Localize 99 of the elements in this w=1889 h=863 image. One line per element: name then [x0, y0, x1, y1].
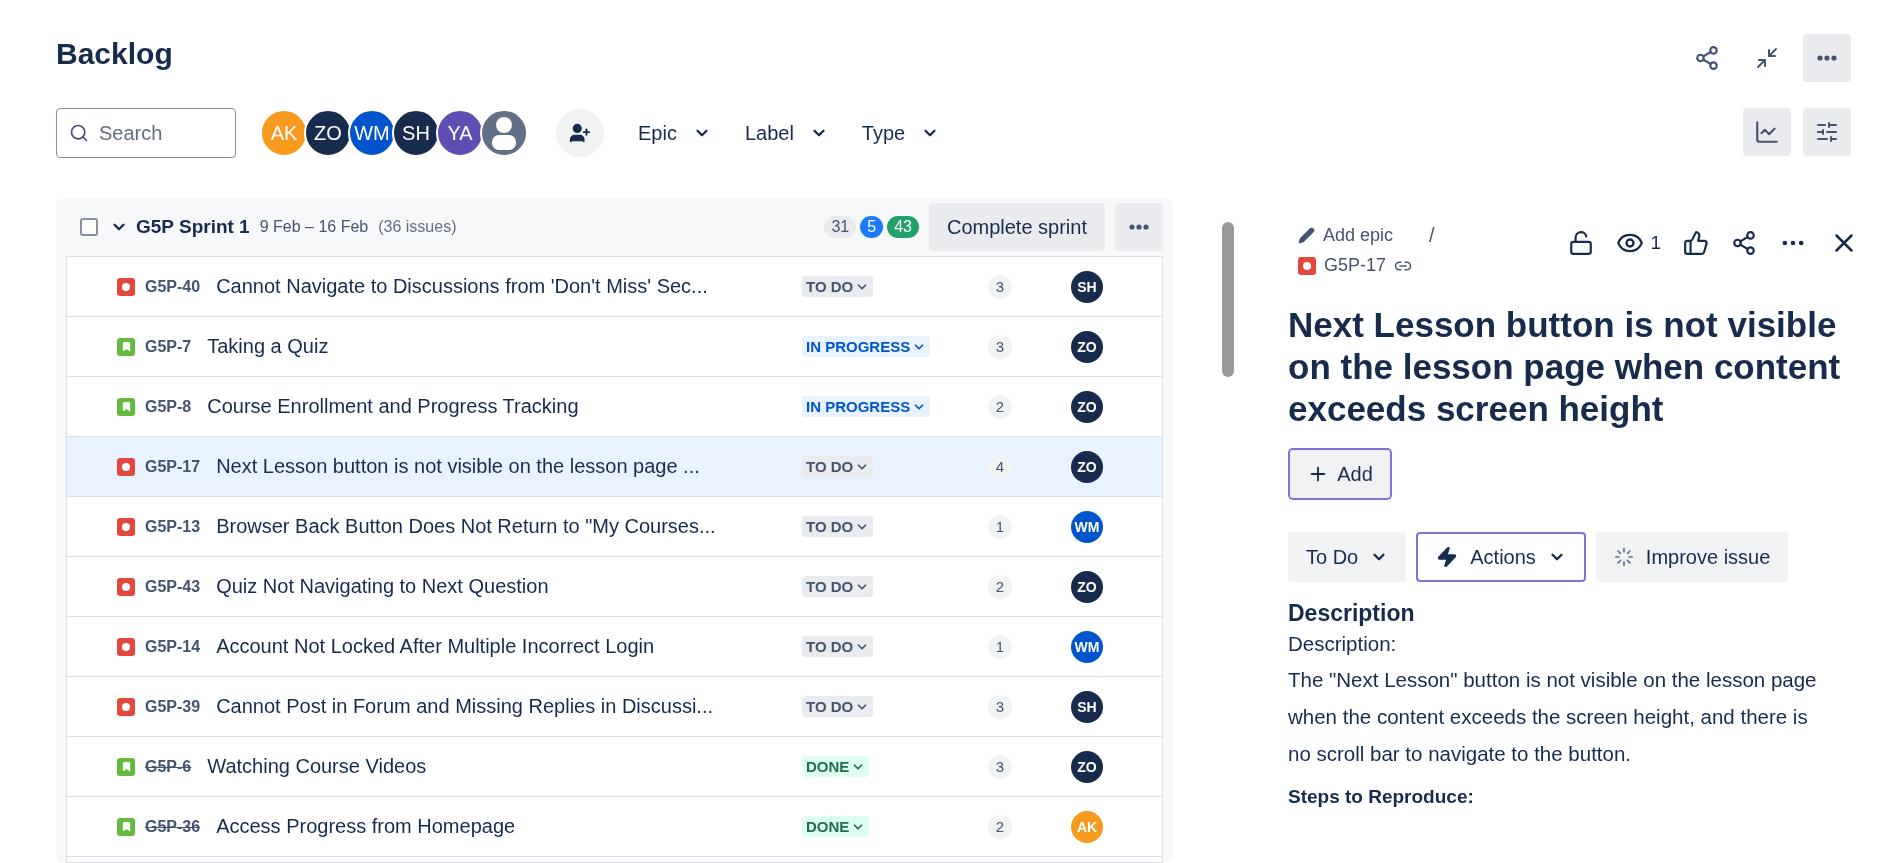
issue-summary: Watching Course Videos — [207, 755, 428, 778]
collapse-icon — [1755, 46, 1779, 70]
assignee-avatar[interactable]: SH — [1071, 270, 1103, 303]
status-dropdown[interactable]: TO DO — [802, 576, 874, 597]
user-avatar[interactable]: YA — [436, 109, 484, 157]
status-dropdown[interactable]: DONE — [802, 756, 870, 777]
description-text: Description: — [1288, 631, 1398, 657]
issue-summary: Cannot Post in Forum and Missing Replies in Discussi... — [216, 695, 714, 718]
status-dropdown[interactable]: TO DO — [802, 516, 874, 537]
assignee-avatar[interactable]: WM — [1071, 510, 1103, 543]
filter-dropdown[interactable]: Epic — [638, 113, 711, 153]
page-title: Backlog — [56, 36, 174, 72]
more-icon — [1129, 224, 1149, 230]
more-button[interactable] — [1803, 34, 1851, 82]
assignee-avatar[interactable]: SH — [1071, 690, 1103, 723]
search-icon — [69, 123, 89, 143]
scrollbar[interactable] — [1221, 222, 1234, 377]
status-dropdown[interactable]: TO DO — [802, 696, 874, 717]
estimate-badge: 3 — [988, 694, 1012, 719]
estimate-badge: 4 — [988, 454, 1012, 479]
points-badge: 31 — [824, 216, 857, 238]
lightning-icon — [1436, 546, 1459, 568]
estimate-badge: 1 — [988, 634, 1012, 659]
estimate-badge: 1 — [988, 514, 1012, 539]
add-person-icon — [569, 122, 591, 144]
estimate-badge: 3 — [988, 334, 1012, 359]
assignee-avatar[interactable]: WM — [1071, 630, 1103, 663]
sprint-checkbox[interactable] — [80, 218, 98, 236]
estimate-badge: 2 — [988, 394, 1012, 419]
issue-key[interactable]: G5P-13 — [145, 517, 201, 536]
user-avatar[interactable]: SH — [392, 109, 440, 157]
filter-dropdown[interactable]: Type — [861, 113, 940, 153]
issue-summary: Browser Back Button Does Not Return to "My Courses... — [216, 515, 717, 538]
user-avatar[interactable]: WM — [348, 109, 396, 157]
filter-dropdown[interactable]: Label — [744, 113, 828, 153]
watch-button[interactable]: 1 — [1616, 229, 1661, 257]
status-dropdown[interactable]: TO DO — [802, 636, 874, 657]
add-epic-link[interactable]: Add epic — [1323, 225, 1394, 246]
section-heading: Description — [1288, 600, 1416, 627]
chart-icon — [1754, 119, 1780, 145]
issue-key[interactable]: G5P-43 — [145, 577, 201, 596]
issue-summary: Cannot Navigate to Discussions from 'Don't Miss' Sec... — [216, 275, 709, 298]
points-badge: 43 — [887, 216, 919, 238]
assignee-avatar[interactable]: ZO — [1071, 330, 1103, 363]
issue-key[interactable]: G5P-14 — [145, 637, 201, 656]
actions-button[interactable]: Actions — [1416, 532, 1586, 582]
estimate-badge: 3 — [988, 274, 1012, 299]
pencil-icon — [1298, 227, 1315, 244]
estimate-badge: 2 — [988, 574, 1012, 599]
search-field[interactable]: Search — [56, 108, 236, 158]
sprint-name: G5P Sprint 1 — [136, 216, 250, 238]
estimate-badge: 2 — [988, 814, 1012, 839]
more-icon — [1817, 55, 1837, 61]
sprint-dates: 9 Feb – 16 Feb — [259, 218, 369, 236]
issue-key[interactable]: G5P-36 — [145, 817, 201, 836]
assignee-avatar[interactable]: ZO — [1071, 450, 1103, 483]
share-icon — [1694, 45, 1720, 71]
issue-key[interactable]: G5P-17 — [145, 457, 201, 476]
issue-key[interactable]: G5P-7 — [145, 337, 192, 356]
issue-key[interactable]: G5P-40 — [145, 277, 201, 296]
add-person-button[interactable] — [556, 109, 604, 157]
assignee-avatar[interactable]: ZO — [1071, 570, 1103, 603]
assignee-avatar[interactable]: ZO — [1071, 390, 1103, 423]
issue-summary: Account Not Locked After Multiple Incorrect Login — [216, 635, 656, 658]
status-dropdown[interactable]: TO DO — [802, 276, 874, 297]
estimate-badge: 3 — [988, 754, 1012, 779]
improve-issue-button[interactable]: Improve issue — [1595, 532, 1789, 582]
points-badge: 5 — [860, 216, 884, 238]
user-avatar[interactable]: ZO — [304, 109, 352, 157]
status-button[interactable]: To Do — [1288, 532, 1407, 582]
issue-summary: Quiz Not Navigating to Next Question — [216, 575, 550, 598]
issue-key[interactable]: G5P-8 — [145, 397, 192, 416]
status-dropdown[interactable]: IN PROGRESS — [802, 396, 931, 417]
description-text: The "Next Lesson" button is not visible on the lesson page when the content exceeds the screen height, and there is no scroll bar to navigate to the button. — [1288, 667, 1818, 767]
settings-button[interactable] — [1803, 108, 1851, 156]
steps-heading: Steps to Reproduce: — [1288, 786, 1475, 808]
issue-title: Next Lesson button is not visible on the lesson page when content exceeds screen height — [1288, 304, 1842, 430]
chart-button[interactable] — [1743, 108, 1791, 156]
issue-row[interactable]: G5P-17 Next Lesson button is not visible on the lesson page ... TO DO 4 ZO — [67, 437, 1162, 497]
issue-summary: Taking a Quiz — [207, 335, 330, 358]
breadcrumb-separator: / — [1429, 224, 1435, 247]
assignee-avatar[interactable]: ZO — [1071, 750, 1103, 783]
unlock-icon[interactable] — [1568, 230, 1595, 256]
status-dropdown[interactable]: IN PROGRESS — [802, 336, 931, 357]
issue-key[interactable]: G5P-39 — [145, 697, 201, 716]
thumbs-up-icon[interactable] — [1683, 230, 1709, 256]
sliders-icon — [1815, 120, 1839, 144]
add-button[interactable]: Add — [1288, 448, 1392, 500]
status-dropdown[interactable]: TO DO — [802, 456, 874, 477]
issue-summary: Course Enrollment and Progress Tracking — [207, 395, 580, 418]
more-button[interactable] — [1115, 203, 1163, 251]
issue-summary: Next Lesson button is not visible on the lesson page ... — [216, 455, 701, 478]
issue-key[interactable]: G5P-6 — [145, 757, 192, 776]
issue-summary: Access Progress from Homepage — [216, 815, 517, 838]
issue-key[interactable]: G5P-17 — [1324, 255, 1387, 276]
complete-sprint-button[interactable]: Complete sprint — [928, 203, 1105, 251]
share-icon[interactable] — [1731, 230, 1757, 256]
status-dropdown[interactable]: DONE — [802, 816, 870, 837]
issue-count: (36 issues) — [378, 218, 457, 236]
